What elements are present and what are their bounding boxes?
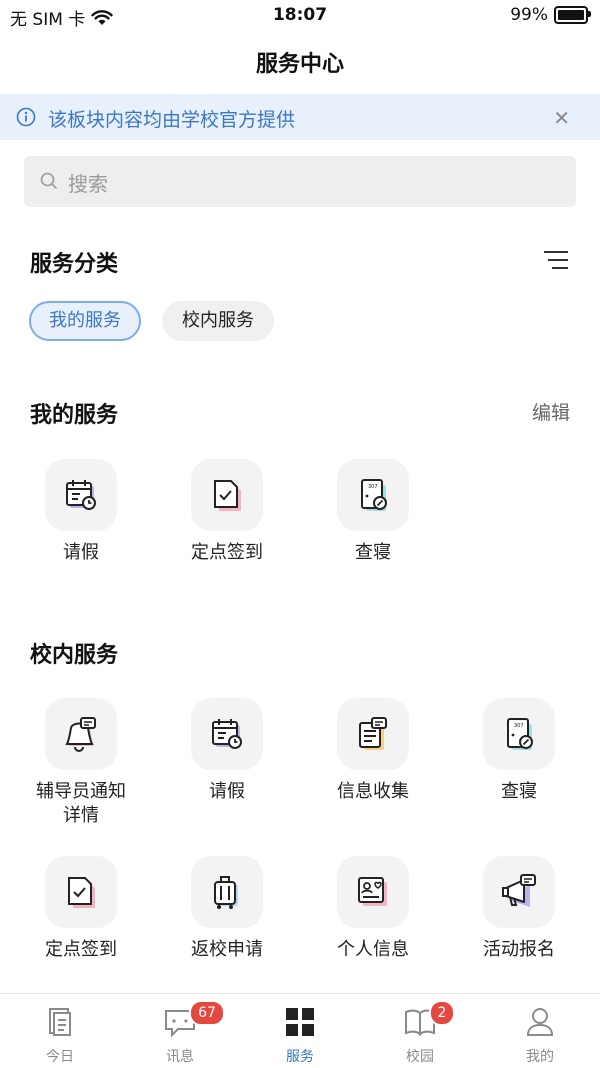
page-title: 服务中心	[255, 52, 344, 77]
check-in-icon	[191, 459, 263, 531]
tab-profile[interactable]: 我的	[480, 994, 600, 1068]
campus-services-title: 校内服务	[30, 643, 119, 668]
activity-signup-icon	[483, 856, 555, 928]
service-item-label: 返校申请	[191, 939, 263, 960]
info-collect-icon	[337, 698, 409, 770]
search-input[interactable]: 搜索	[24, 156, 576, 207]
service-item[interactable]: 个人信息	[300, 856, 446, 962]
service-item[interactable]: 辅导员通知 详情	[8, 698, 154, 828]
service-item[interactable]: 定点签到	[154, 459, 300, 565]
svg-text:307: 307	[514, 723, 524, 729]
service-item-label: 活动报名	[483, 939, 555, 960]
service-grid-icon	[286, 1008, 314, 1036]
service-item-label: 个人信息	[337, 939, 409, 960]
dorm-check-icon: 307	[337, 459, 409, 531]
service-item[interactable]: 返校申请	[154, 856, 300, 962]
category-title: 服务分类	[30, 252, 119, 277]
today-icon	[49, 1008, 71, 1036]
counselor-notice-icon	[45, 698, 117, 770]
battery-icon	[554, 6, 591, 24]
tab-today[interactable]: 今日	[0, 994, 120, 1068]
info-icon	[16, 107, 36, 127]
svg-text:307: 307	[368, 484, 378, 490]
leave-icon	[45, 459, 117, 531]
service-item[interactable]: 请假	[154, 698, 300, 804]
service-item-label: 查寝	[501, 781, 537, 802]
service-item[interactable]: 请假	[8, 459, 154, 565]
tab-campus[interactable]: 2 校园	[360, 994, 480, 1068]
personal-info-icon	[337, 856, 409, 928]
service-item[interactable]: 信息收集	[300, 698, 446, 804]
return-school-icon	[191, 856, 263, 928]
service-item-label: 查寝	[355, 542, 391, 563]
campus-badge: 2	[429, 1000, 455, 1026]
tab-messages[interactable]: 67 讯息	[120, 994, 240, 1068]
dorm-check-icon: 307	[483, 698, 555, 770]
service-item[interactable]: 307 查寝	[300, 459, 446, 565]
tab-service[interactable]: 服务	[240, 994, 360, 1068]
service-item-label: 定点签到	[191, 542, 263, 563]
menu-icon[interactable]	[544, 250, 568, 270]
service-item-label: 辅导员通知 详情	[36, 781, 126, 826]
service-item-label: 定点签到	[45, 939, 117, 960]
status-bar: 无 SIM 卡 18:07 99%	[0, 0, 600, 32]
search-icon	[40, 172, 57, 189]
notice-text: 该板块内容均由学校官方提供	[48, 109, 296, 131]
battery-percent: 99%	[510, 5, 548, 25]
search-placeholder: 搜索	[68, 172, 108, 196]
notice-banner: 该板块内容均由学校官方提供 ✕	[0, 94, 600, 140]
service-item-label: 请假	[63, 542, 99, 563]
edit-button[interactable]: 编辑	[532, 398, 570, 425]
message-badge: 67	[189, 1000, 225, 1026]
service-item[interactable]: 307 查寝	[446, 698, 592, 804]
profile-icon	[526, 1008, 554, 1036]
chip-campus-services[interactable]: 校内服务	[162, 301, 274, 341]
my-services-title: 我的服务	[30, 403, 119, 428]
tab-bar: 今日 67 讯息 服务 2 校园 我的	[0, 993, 600, 1068]
check-in-icon	[45, 856, 117, 928]
service-item-label: 请假	[209, 781, 245, 802]
chip-my-services[interactable]: 我的服务	[29, 301, 141, 341]
close-icon[interactable]: ✕	[553, 106, 570, 130]
service-item[interactable]: 定点签到	[8, 856, 154, 962]
leave-icon	[191, 698, 263, 770]
service-item-label: 信息收集	[337, 781, 409, 802]
service-item[interactable]: 活动报名	[446, 856, 592, 962]
